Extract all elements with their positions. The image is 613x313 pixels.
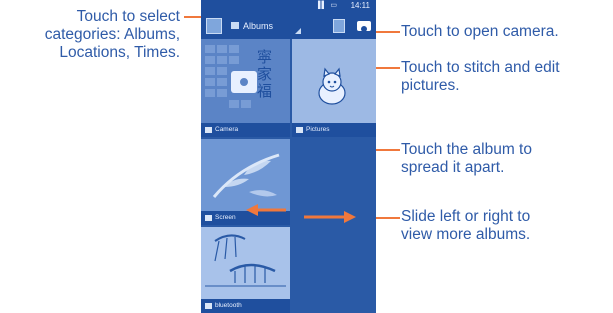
album-name: bluetooth bbox=[215, 302, 242, 309]
callout-line: pictures. bbox=[401, 77, 460, 94]
calendar-cell bbox=[217, 89, 227, 97]
callout-line: Locations, Times. bbox=[59, 44, 180, 61]
category-selector[interactable]: Albums bbox=[231, 18, 301, 34]
callout-line: Touch to open camera. bbox=[401, 23, 559, 40]
album-name: Pictures bbox=[306, 126, 330, 133]
empty-grid-area bbox=[292, 139, 376, 313]
album-name: Screen bbox=[215, 214, 236, 221]
calendar-cell bbox=[205, 45, 215, 53]
camera-button[interactable] bbox=[357, 18, 371, 32]
album-grid: 寜 家 福 Camera Pictures Screen bluetooth bbox=[201, 39, 376, 313]
calendar-cell bbox=[217, 78, 227, 86]
callout-line: Touch the album to bbox=[401, 141, 532, 158]
leader-line-camera bbox=[372, 31, 400, 33]
phone-screen: ▐▌ ▭ 14:11 Albums 寜 家 福 Camera Pictures … bbox=[201, 0, 376, 313]
landscape-illustration bbox=[205, 234, 286, 287]
folder-icon bbox=[296, 127, 303, 133]
calendar-cell bbox=[217, 45, 227, 53]
plant-illustration bbox=[212, 153, 280, 198]
folder-icon bbox=[205, 215, 212, 221]
callout-slide-albums: Slide left or right to view more albums. bbox=[401, 208, 611, 244]
album-label-bar: Camera bbox=[201, 123, 290, 137]
cat-illustration bbox=[318, 67, 346, 105]
album-label-bar: bluetooth bbox=[201, 299, 290, 313]
camera-overlay-icon bbox=[231, 71, 257, 93]
calendar-cell bbox=[205, 78, 215, 86]
album-tile-camera[interactable]: 寜 家 福 Camera bbox=[201, 39, 290, 137]
camera-overlay-lens bbox=[238, 76, 250, 88]
calendar-cell bbox=[217, 56, 227, 64]
camera-lens bbox=[361, 26, 367, 32]
callout-line: Touch to select bbox=[76, 8, 180, 25]
album-label-bar: Screen bbox=[201, 211, 290, 225]
calendar-cell bbox=[229, 100, 239, 108]
callout-select-categories: Touch to select categories: Albums, Loca… bbox=[0, 8, 180, 62]
album-name: Camera bbox=[215, 126, 239, 133]
album-tile-pictures[interactable]: Pictures bbox=[292, 39, 376, 137]
callout-spread-album: Touch the album to spread it apart. bbox=[401, 141, 611, 177]
category-selector-label: Albums bbox=[243, 21, 274, 31]
folder-icon bbox=[205, 303, 212, 309]
calendar-cell bbox=[217, 67, 227, 75]
status-time: 14:11 bbox=[350, 1, 370, 10]
calendar-cell bbox=[229, 45, 239, 53]
dropdown-corner-icon bbox=[295, 28, 301, 34]
album-tile-bluetooth[interactable]: bluetooth bbox=[201, 227, 290, 313]
callout-stitch-edit: Touch to stitch and edit pictures. bbox=[401, 59, 611, 95]
callout-line: spread it apart. bbox=[401, 159, 505, 176]
calendar-cell bbox=[205, 89, 215, 97]
album-tile-screen[interactable]: Screen bbox=[201, 139, 290, 225]
calendar-cell bbox=[241, 100, 251, 108]
action-bar: Albums bbox=[201, 12, 376, 39]
status-bar: ▐▌ ▭ 14:11 bbox=[201, 0, 376, 12]
folder-icon bbox=[231, 22, 239, 29]
calligraphy-text: 寜 家 福 bbox=[257, 48, 273, 100]
stitch-edit-button[interactable] bbox=[333, 19, 345, 33]
callout-open-camera: Touch to open camera. bbox=[401, 23, 611, 41]
gallery-app-icon bbox=[206, 18, 222, 34]
callout-line: view more albums. bbox=[401, 226, 531, 243]
callout-line: Slide left or right to bbox=[401, 208, 531, 225]
calendar-cell bbox=[229, 56, 239, 64]
calendar-cell bbox=[205, 67, 215, 75]
calendar-cell bbox=[205, 56, 215, 64]
camera-icon bbox=[357, 21, 371, 32]
callout-line: Touch to stitch and edit bbox=[401, 59, 560, 76]
signal-battery-icons: ▐▌ ▭ bbox=[315, 2, 338, 9]
album-label-bar: Pictures bbox=[292, 123, 376, 137]
camera-small-icon bbox=[205, 127, 212, 133]
callout-line: categories: Albums, bbox=[44, 26, 180, 43]
